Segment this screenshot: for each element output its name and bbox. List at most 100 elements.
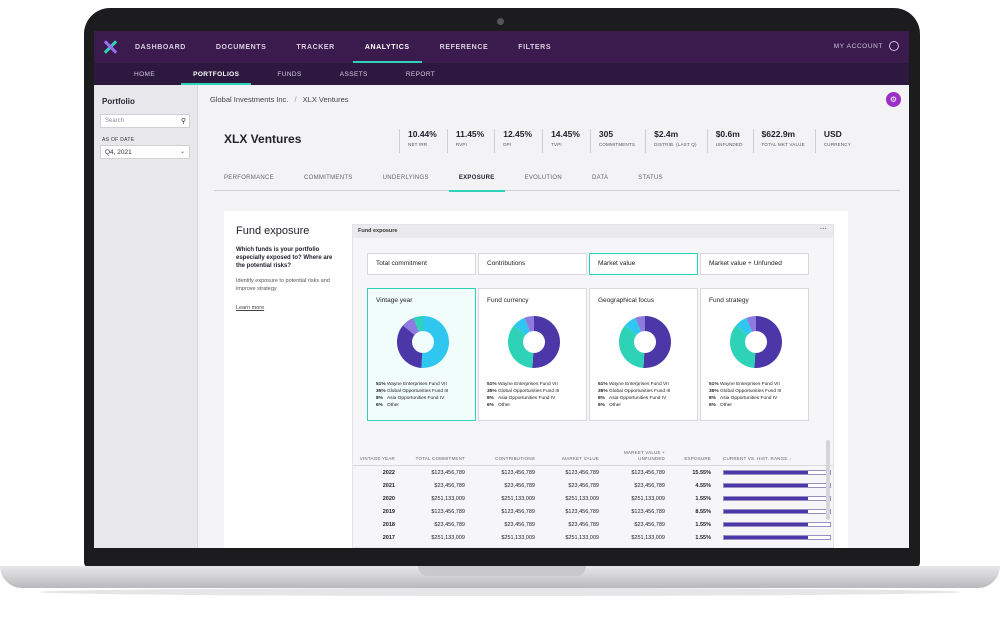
- metric-tabs: Total commitment Contributions Market valu…: [367, 253, 811, 275]
- fund-exposure-panel: Fund exposure ··· Total commitment Contri…: [352, 224, 834, 548]
- table-row[interactable]: 2018 $23,456,789 $23,456,789 $23,456,789 $23…: [353, 518, 833, 531]
- column-header: CONTRIBUTIONS: [495, 456, 535, 461]
- kpi-item: 10.44% NET IRR: [399, 129, 447, 153]
- settings-button[interactable]: ⚙: [886, 92, 901, 107]
- tab-evolution[interactable]: EVOLUTION: [515, 172, 572, 191]
- legend-name: Asia Opportunities Fund IV: [720, 396, 778, 401]
- more-options-icon[interactable]: ···: [820, 226, 827, 233]
- tab-performance[interactable]: PERFORMANCE: [214, 172, 284, 191]
- range-bar: [723, 509, 831, 514]
- page-title: XLX Ventures: [224, 132, 302, 146]
- laptop-notch: [418, 566, 586, 576]
- kpi-label: NET IRR: [408, 142, 428, 147]
- donut-legend: 51%Wayne Enterprises Fund VII 35%Global O…: [598, 381, 670, 409]
- table-row[interactable]: 2019 $123,456,789 $123,456,789 $123,456,789…: [353, 505, 833, 518]
- table-row[interactable]: 2020 $251,133,009 $251,133,009 $251,133,009…: [353, 492, 833, 505]
- legend-item: 35%Global Opportunities Fund III: [598, 388, 670, 395]
- table-cell: $123,456,789: [565, 508, 599, 515]
- legend-pct: 35%: [487, 389, 497, 394]
- kpi-label: TOTAL MKT VALUE: [761, 142, 805, 147]
- range-bar-fill: [724, 523, 808, 526]
- table-cell: 2021: [382, 482, 395, 489]
- topnav-tracker[interactable]: TRACKER: [296, 31, 334, 63]
- legend-name: Global Opportunities Fund III: [609, 389, 671, 394]
- range-bar: [723, 496, 831, 501]
- range-cell: [711, 509, 833, 514]
- breadcrumb: Global Investments Inc. / XLX Ventures: [210, 95, 349, 104]
- range-bar: [723, 483, 831, 488]
- table-cell: $251,133,009: [501, 534, 535, 541]
- subnav-assets[interactable]: ASSETS: [340, 63, 368, 85]
- legend-name: Wayne Enterprises Fund VII: [720, 382, 780, 387]
- donut-slice[interactable]: [421, 316, 449, 368]
- breadcrumb-parent[interactable]: Global Investments Inc.: [210, 95, 288, 104]
- legend-item: 6% Other: [598, 402, 670, 409]
- search-icon[interactable]: ⚲: [181, 117, 186, 125]
- column-header[interactable]: CURRENT VS. HIST. RANGE ↓: [711, 456, 833, 462]
- tab-exposure[interactable]: EXPOSURE: [448, 172, 505, 192]
- table-scrollbar[interactable]: [826, 440, 830, 520]
- column-header: VINTAGE YEAR: [359, 456, 395, 461]
- my-account-link[interactable]: MY ACCOUNT: [834, 41, 899, 51]
- metric-tab[interactable]: Total commitment: [367, 253, 476, 275]
- donut-card[interactable]: Fund strategy 51%Wayne Enterprises Fund V…: [700, 288, 809, 421]
- donut-slice[interactable]: [532, 316, 560, 368]
- table-cell: $123,456,789: [431, 508, 465, 515]
- legend-name: Wayne Enterprises Fund VII: [498, 382, 558, 387]
- range-bar: [723, 470, 831, 475]
- subnav-home[interactable]: HOME: [134, 63, 155, 85]
- tab-status[interactable]: STATUS: [628, 172, 673, 191]
- donut-legend: 51%Wayne Enterprises Fund VII 35%Global O…: [709, 381, 781, 409]
- topnav-analytics[interactable]: ANALYTICS: [352, 31, 422, 63]
- table-cell: 1.55%: [695, 495, 711, 502]
- table-row[interactable]: 2021 $23,456,789 $23,456,789 $23,456,789 $23…: [353, 479, 833, 492]
- legend-name: Global Opportunities Fund III: [720, 389, 782, 394]
- subnav-portfolios[interactable]: PORTFOLIOS: [181, 63, 252, 85]
- metric-tab[interactable]: Market value: [589, 253, 698, 275]
- gear-icon: ⚙: [889, 95, 898, 104]
- table-row[interactable]: 2022 $123,456,789 $123,456,789 $123,456,789…: [353, 466, 833, 479]
- subnav-report[interactable]: REPORT: [406, 63, 435, 85]
- donut-card-title: Fund currency: [487, 297, 529, 304]
- breadcrumb-separator: /: [294, 95, 297, 104]
- donut-chart: [619, 316, 671, 368]
- topnav-reference[interactable]: REFERENCE: [440, 31, 489, 63]
- range-bar-fill: [724, 471, 808, 474]
- donut-chart: [730, 316, 782, 368]
- table-cell: $23,456,789: [634, 482, 665, 489]
- tab-commitments[interactable]: COMMITMENTS: [294, 172, 363, 191]
- legend-pct: 35%: [598, 389, 608, 394]
- table-cell: $251,133,009: [631, 495, 665, 502]
- legend-name: Wayne Enterprises Fund VII: [387, 382, 447, 387]
- range-cell: [711, 483, 833, 488]
- portfolio-sidebar: Portfolio Search ⚲ AS OF DATE Q4, 2021 ⌄: [94, 85, 198, 548]
- subnav-funds[interactable]: FUNDS: [277, 63, 301, 85]
- portfolio-search-input[interactable]: Search ⚲: [100, 114, 190, 128]
- legend-item: 51%Wayne Enterprises Fund VII: [598, 381, 670, 388]
- donut-slice[interactable]: [754, 316, 782, 368]
- my-account-label: MY ACCOUNT: [833, 42, 883, 50]
- donut-card[interactable]: Fund currency 51%Wayne Enterprises Fund V…: [478, 288, 587, 421]
- as-of-date-select[interactable]: Q4, 2021 ⌄: [100, 145, 190, 159]
- table-row[interactable]: 2017 $251,133,009 $251,133,009 $251,133,009…: [353, 531, 833, 544]
- sidebar-title: Portfolio: [102, 97, 135, 106]
- table-body: 2022 $123,456,789 $123,456,789 $123,456,789…: [353, 466, 833, 544]
- topnav-filters[interactable]: FILTERS: [518, 31, 551, 63]
- metric-tab[interactable]: Contributions: [478, 253, 587, 275]
- donut-card[interactable]: Vintage year 51%Wayne Enterprises Fund VI…: [367, 288, 476, 421]
- tab-data[interactable]: DATA: [582, 172, 618, 191]
- legend-item: 6% Other: [709, 402, 781, 409]
- legend-item: 35%Global Opportunities Fund III: [709, 388, 781, 395]
- topnav-documents[interactable]: DOCUMENTS: [216, 31, 267, 63]
- exposure-description: Identify exposure to potential risks and…: [236, 278, 330, 292]
- learn-more-link[interactable]: Learn more: [236, 305, 264, 311]
- brand-logo-icon[interactable]: [103, 40, 117, 54]
- topnav-dashboard[interactable]: DASHBOARD: [135, 31, 186, 63]
- metric-tab[interactable]: Market value + Unfunded: [700, 253, 809, 275]
- table-cell: $23,456,789: [568, 482, 599, 489]
- table-cell: 1.55%: [695, 521, 711, 528]
- donut-slice[interactable]: [643, 316, 671, 368]
- tab-underlyings[interactable]: UNDERLYINGS: [373, 172, 439, 191]
- donut-card[interactable]: Geographical focus 51%Wayne Enterprises F…: [589, 288, 698, 421]
- section-tabs: PERFORMANCE COMMITMENTS UNDERLYINGS EXPOSUR…: [214, 172, 900, 192]
